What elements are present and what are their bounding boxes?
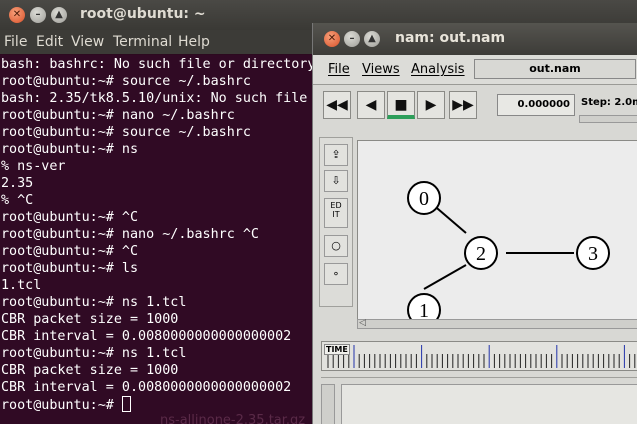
filename-display: out.nam: [474, 59, 636, 79]
nam-titlebar[interactable]: ✕ – ▲ nam: out.nam: [313, 23, 637, 55]
cursor: [121, 396, 131, 412]
playback-controls: ◀◀ ◀ ■ ▶ ▶▶ 0.000000 Step: 2.0ms: [317, 89, 637, 127]
terminal-prompt: root@ubuntu:~#: [1, 398, 122, 413]
node-2-label: 2: [476, 243, 486, 265]
annotation-list[interactable]: [341, 384, 637, 424]
terminal-line: root@ubuntu:~# ls: [1, 261, 139, 276]
menu-terminal[interactable]: Terminal: [113, 34, 172, 50]
terminal-line: CBR interval = 0.0080000000000000002: [1, 329, 292, 344]
step-slider[interactable]: [579, 115, 637, 123]
terminal-line: root@ubuntu:~# nano ~/.bashrc ^C: [1, 227, 259, 242]
terminal-line-text: root@ubuntu:~# source ~/.bashrc: [1, 125, 251, 140]
node-0-label: 0: [419, 188, 429, 210]
node-2[interactable]: 2: [464, 236, 498, 270]
maximize-icon[interactable]: ▲: [51, 7, 67, 23]
terminal-line: bash: bashrc: No such file or directory: [1, 57, 316, 72]
edit-label: EDIT: [330, 201, 342, 219]
terminal-line: CBR packet size = 1000: [1, 312, 179, 327]
node-3[interactable]: 3: [576, 236, 610, 270]
terminal-line: root@ubuntu:~# nano ~/.bashrc: [1, 108, 235, 123]
zoom-out-icon[interactable]: ⇩: [324, 170, 348, 192]
point-tool-icon[interactable]: ∘: [324, 263, 348, 285]
nam-window: ✕ – ▲ nam: out.nam File Views Analysis o…: [312, 23, 637, 424]
terminal-line: root@ubuntu:~# ns 1.tcl: [1, 346, 187, 361]
maximize-icon[interactable]: ▲: [364, 31, 380, 47]
close-icon[interactable]: ✕: [9, 7, 25, 23]
fast-forward-button[interactable]: ▶▶: [449, 91, 477, 119]
node-3-label: 3: [588, 243, 598, 265]
menu-file[interactable]: File: [4, 34, 27, 50]
terminal-line: 1.tcl: [1, 278, 42, 293]
edit-button[interactable]: EDIT: [324, 198, 348, 228]
menu-view[interactable]: View: [71, 34, 104, 50]
terminal-prompt-line[interactable]: root@ubuntu:~#: [1, 396, 131, 413]
nam-menubar: File Views Analysis out.nam: [313, 55, 637, 85]
scroll-left-icon[interactable]: ◁: [359, 318, 366, 328]
rewind-button[interactable]: ◀◀: [323, 91, 351, 119]
menu-edit[interactable]: Edit: [36, 34, 63, 50]
minimize-icon[interactable]: –: [30, 7, 46, 23]
terminal-line: root@ubuntu:~# ns: [1, 142, 139, 157]
terminal-title: root@ubuntu: ~: [80, 6, 206, 22]
terminal-line: root@ubuntu:~# ^C: [1, 244, 139, 259]
menu-help[interactable]: Help: [178, 34, 210, 50]
zoom-in-icon[interactable]: ⇪: [324, 144, 348, 166]
terminal-line: % ^C: [1, 193, 34, 208]
topology-graph: 0 1 2 3: [407, 181, 610, 327]
background-file-label: ns-allinone-2.35.tar.gz: [160, 413, 306, 424]
step-label: Step: 2.0ms: [581, 97, 637, 108]
terminal-line: root@ubuntu:~# source ~/.bashrc: [1, 74, 251, 89]
terminal-line: 2.35: [1, 176, 34, 191]
annotation-scrollbar[interactable]: [321, 384, 335, 424]
terminal-line: root@ubuntu:~# ^C: [1, 210, 139, 225]
minimize-icon[interactable]: –: [344, 31, 360, 47]
nam-title: nam: out.nam: [395, 30, 506, 46]
terminal-line: % ns-ver: [1, 159, 66, 174]
terminal-line: root@ubuntu:~# ns 1.tcl: [1, 295, 187, 310]
play-forward-button[interactable]: ▶: [417, 91, 445, 119]
time-display: 0.000000: [497, 94, 575, 116]
terminal-line: CBR packet size = 1000: [1, 363, 179, 378]
time-marker[interactable]: TIME: [324, 344, 350, 355]
terminal-line: CBR interval = 0.0080000000000000002: [1, 380, 292, 395]
edit-toolbar: ⇪ ⇩ EDIT ○ ∘: [319, 137, 353, 307]
canvas-hscrollbar[interactable]: ◁: [357, 318, 637, 329]
stop-button[interactable]: ■: [387, 91, 415, 119]
nam-menu-file[interactable]: File: [328, 62, 350, 77]
nam-menu-views[interactable]: Views: [362, 62, 400, 77]
annotation-pane: [321, 377, 637, 424]
network-canvas[interactable]: 0 1 2 3: [357, 140, 637, 327]
nam-menu-analysis[interactable]: Analysis: [411, 62, 465, 77]
play-backward-button[interactable]: ◀: [357, 91, 385, 119]
link-1-2: [423, 264, 467, 290]
node-tool-icon[interactable]: ○: [324, 235, 348, 257]
terminal-line: root@ubuntu:~# source ~/.bashrc: [1, 124, 251, 141]
node-0[interactable]: 0: [407, 181, 441, 215]
close-icon[interactable]: ✕: [324, 31, 340, 47]
timeline-slider[interactable]: TIME: [321, 341, 637, 371]
terminal-line: bash: 2.35/tk8.5.10/unix: No such file: [1, 91, 308, 106]
timeline-ticks: [327, 345, 636, 368]
